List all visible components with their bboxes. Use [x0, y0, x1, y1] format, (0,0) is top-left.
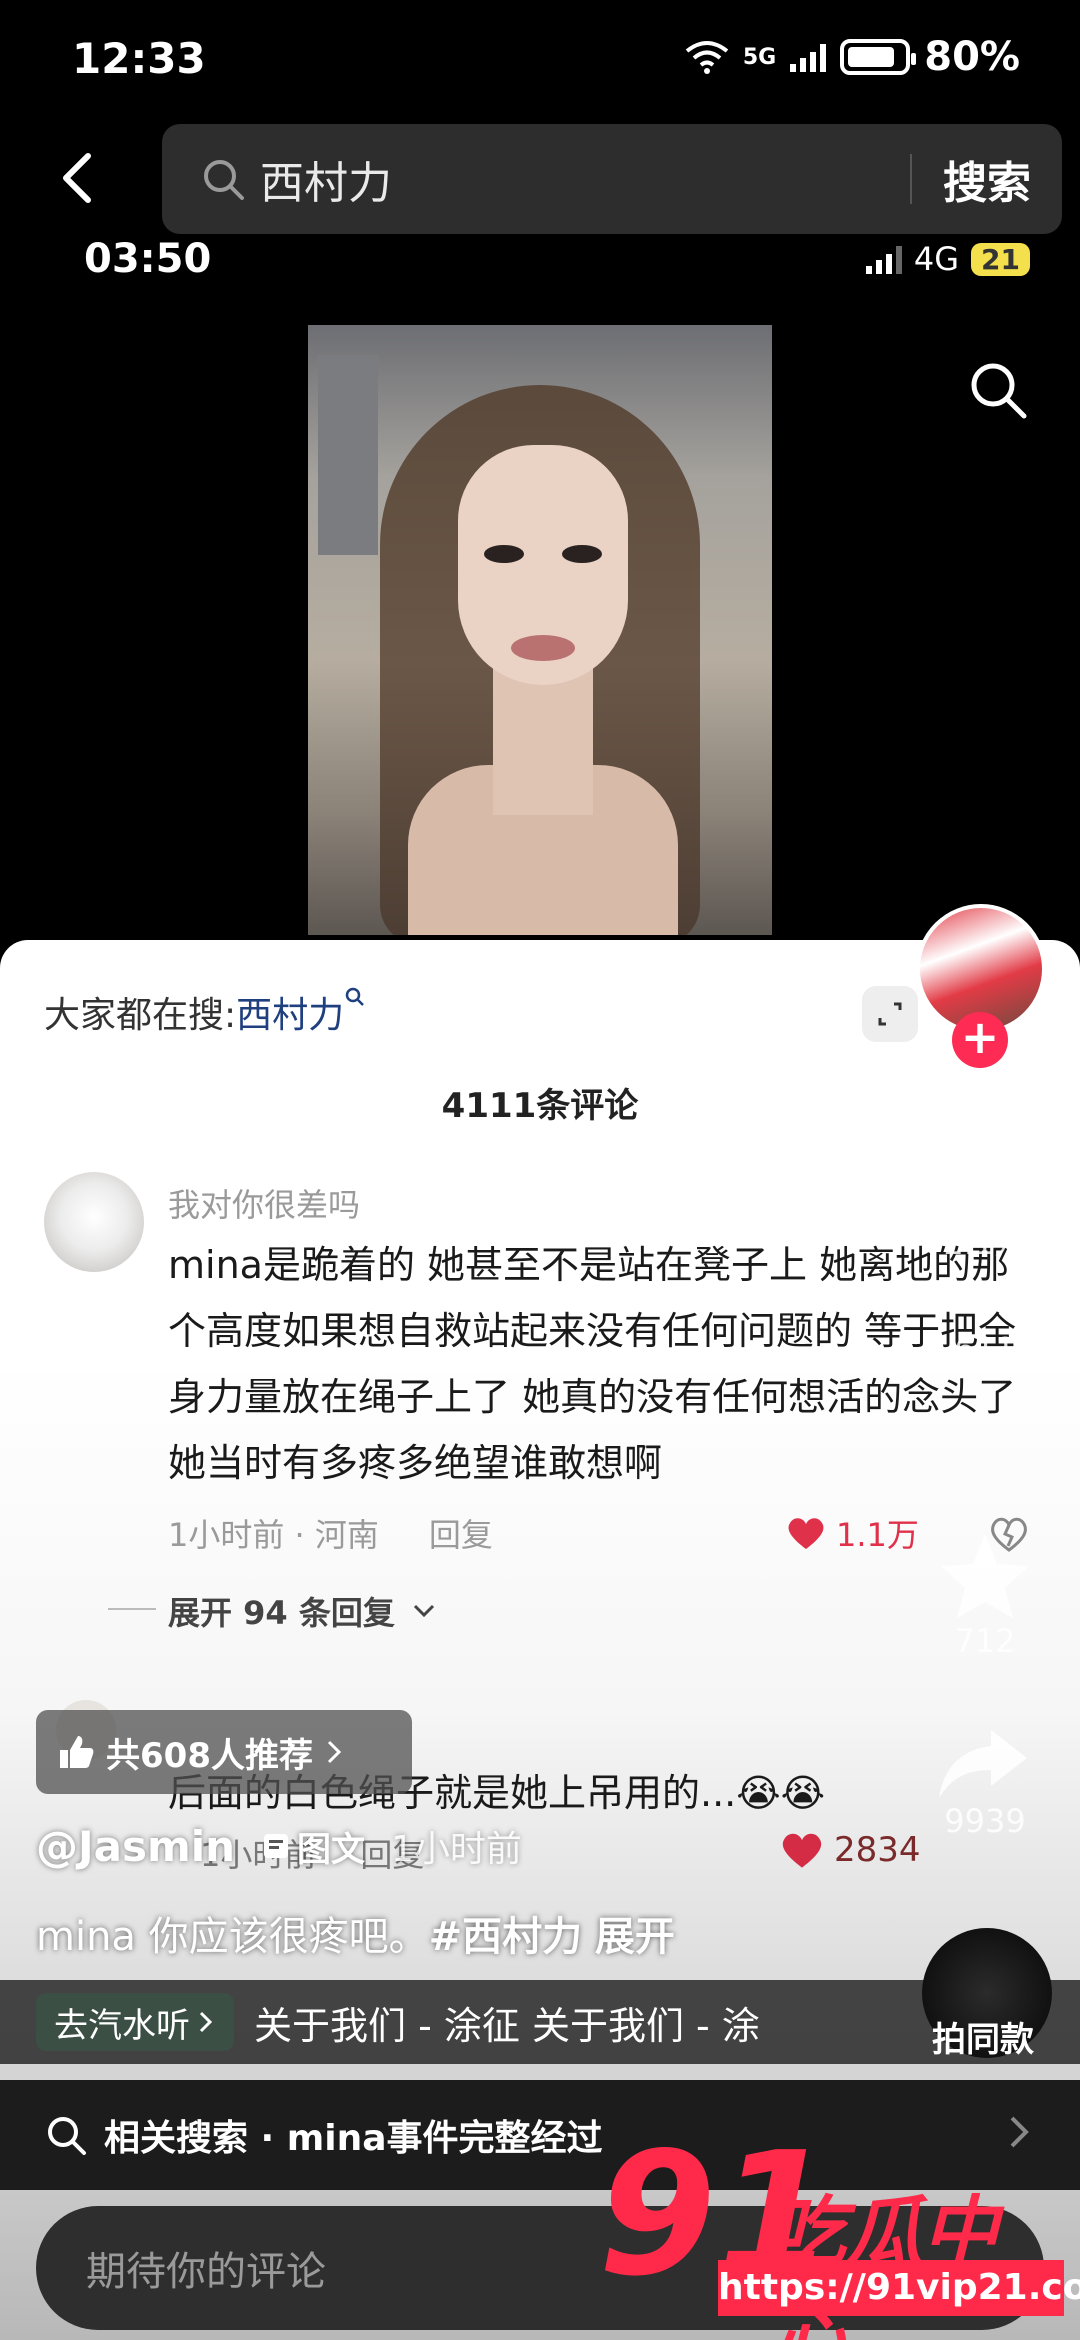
- network-label: 5G: [742, 44, 777, 70]
- music-title: 关于我们 - 涂征 关于我们 - 涂: [254, 2003, 760, 2048]
- comment-like-count: 1.1万: [836, 1516, 919, 1554]
- video-subject-neck: [493, 665, 593, 815]
- share-button[interactable]: 9939: [930, 1722, 1040, 1840]
- comment-time-location: 1小时前 · 河南: [168, 1516, 379, 1554]
- star-icon: [941, 1534, 1029, 1618]
- post-caption[interactable]: mina 你应该很疼吧。#西村力 展开: [36, 1904, 675, 1962]
- share-icon: [939, 1730, 1027, 1798]
- search-icon: [204, 160, 244, 200]
- comment-like-count: 2834: [834, 1830, 921, 1870]
- heart-icon: [941, 1136, 1029, 1213]
- comment-like-button[interactable]: 1.1万: [786, 1510, 919, 1556]
- comment-button[interactable]: 611: [930, 1330, 1040, 1368]
- status-bar: 12:33 5G 80%: [0, 0, 1080, 120]
- video-time: 03:50: [84, 236, 212, 282]
- heart-icon: [788, 1518, 824, 1549]
- caption-text: mina 你应该很疼吧。: [36, 1914, 429, 1960]
- trending-keyword[interactable]: 西村力: [236, 995, 344, 1036]
- post-time: 1小时前: [391, 1829, 522, 1870]
- video-status-icons: 4G 21: [865, 240, 1030, 278]
- author-line: @Jasmin 图文 1小时前: [36, 1820, 522, 1872]
- caption-hashtag[interactable]: #西村力: [429, 1914, 583, 1960]
- music-bar[interactable]: 去汽水听 关于我们 - 涂征 关于我们 - 涂: [0, 1980, 1080, 2064]
- comment-count: 4111条评论: [441, 1086, 639, 1126]
- search-header: 西村力 搜索: [0, 124, 1080, 234]
- listen-on-app-button[interactable]: 去汽水听: [36, 1993, 234, 2051]
- video-eye-left: [484, 545, 524, 563]
- reply-button[interactable]: 回复: [429, 1510, 493, 1556]
- favorite-button[interactable]: 712: [930, 1530, 1040, 1660]
- video-status-bar: 03:50 4G 21: [0, 236, 1080, 296]
- status-time: 12:33: [72, 34, 206, 83]
- watermark-logo: 91 吃瓜中心 https://91vip21.com: [598, 2130, 1080, 2340]
- follow-button[interactable]: +: [952, 1012, 1008, 1068]
- wifi-icon: [685, 41, 729, 74]
- battery-percent: 80%: [924, 34, 1020, 80]
- comment-like-button[interactable]: 2834: [780, 1830, 921, 1870]
- expand-icon[interactable]: [862, 986, 918, 1042]
- chevron-down-icon: [413, 1604, 434, 1618]
- search-button[interactable]: 搜索: [912, 147, 1062, 211]
- author-name[interactable]: @Jasmin: [36, 1822, 235, 1871]
- watermark-url: https://91vip21.com: [718, 2260, 1080, 2316]
- status-icons: 5G 80%: [685, 34, 1020, 80]
- favorite-count: 712: [954, 1622, 1016, 1660]
- thumbs-up-icon: [60, 1736, 94, 1768]
- recommend-pill[interactable]: 共608人推荐: [36, 1710, 412, 1794]
- trending-search[interactable]: 大家都在搜:西村力: [44, 986, 366, 1038]
- recommend-label: 共608人推荐: [106, 1735, 313, 1776]
- search-box[interactable]: 西村力 搜索: [162, 124, 1062, 234]
- image-text-icon: [264, 1834, 289, 1858]
- heart-icon: [782, 1833, 822, 1868]
- battery-icon: [840, 39, 917, 75]
- post-type-label: 图文: [297, 1829, 366, 1870]
- video-network: 4G: [913, 240, 960, 278]
- share-count: 9939: [944, 1802, 1026, 1840]
- video-search-icon[interactable]: [966, 358, 1030, 422]
- search-icon: [48, 2117, 86, 2155]
- comment-username[interactable]: 我对你很差吗: [168, 1180, 360, 1226]
- comment-placeholder: 期待你的评论: [86, 2249, 326, 2295]
- chevron-right-icon: [199, 2011, 213, 2033]
- caption-expand[interactable]: 展开: [595, 1914, 675, 1960]
- trending-prefix: 大家都在搜:: [44, 995, 237, 1036]
- post-type-tag: 图文: [261, 1822, 365, 1871]
- trending-search-icon: [345, 987, 365, 1006]
- related-search-label: 相关搜索 · mina事件完整经过: [104, 2118, 603, 2159]
- like-button[interactable]: 2.1万: [930, 1128, 1040, 1264]
- shoot-same-button[interactable]: 拍同款: [932, 2012, 1034, 2061]
- expand-replies-button[interactable]: 展开 94 条回复: [108, 1588, 437, 1634]
- listen-label: 去汽水听: [54, 2005, 190, 2046]
- chevron-right-icon: [327, 1740, 342, 1764]
- comments-count: 611: [954, 1330, 1016, 1368]
- video-battery-badge: 21: [971, 242, 1030, 276]
- comment-meta: 1小时前 · 河南 回复: [168, 1510, 493, 1556]
- video-frame[interactable]: [308, 325, 772, 935]
- comment-text: mina是跪着的 她甚至不是站在凳子上 她离地的那个高度如果想自救站起来没有任何…: [168, 1243, 1017, 1485]
- video-lips: [511, 635, 575, 661]
- like-count: 2.1万: [943, 1224, 1027, 1262]
- video-signal-icon: [865, 244, 902, 274]
- video-eye-right: [562, 545, 602, 563]
- search-input[interactable]: 西村力: [260, 147, 910, 211]
- signal-icon: [790, 42, 827, 72]
- avatar[interactable]: [44, 1172, 144, 1272]
- back-icon[interactable]: [50, 148, 110, 208]
- video-background: [318, 355, 378, 555]
- expand-replies-label: 展开 94 条回复: [168, 1594, 395, 1632]
